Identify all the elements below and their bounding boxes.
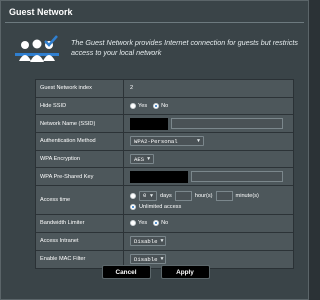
chevron-down-icon: ▼ bbox=[160, 238, 164, 245]
label-wpa-encryption: WPA Encryption bbox=[36, 150, 124, 168]
guest-network-index-value: 2 bbox=[130, 85, 134, 92]
label-bandwidth-limiter: Bandwidth Limiter bbox=[36, 215, 124, 232]
auth-method-select[interactable]: WPA2-Personal ▼ bbox=[130, 136, 204, 147]
hours-input[interactable] bbox=[174, 190, 192, 201]
bandwidth-yes-radio[interactable]: Yes bbox=[130, 220, 147, 227]
label-guest-network-index: Guest Network index bbox=[36, 80, 124, 97]
access-days-select[interactable]: 0 ▼ bbox=[139, 190, 157, 201]
row-guest-network-index: Guest Network index 2 bbox=[36, 80, 293, 98]
chevron-down-icon: ▼ bbox=[147, 156, 151, 163]
redacted-wpa-key bbox=[130, 170, 188, 183]
hide-ssid-no-radio[interactable]: No bbox=[153, 103, 168, 110]
row-wpa-key: WPA Pre-Shared Key bbox=[36, 168, 293, 187]
access-time-limited-radio[interactable] bbox=[130, 192, 136, 199]
access-intranet-select[interactable]: Disable ▼ bbox=[130, 236, 166, 247]
hours-label: hour(s) bbox=[194, 192, 213, 199]
unlimited-access-radio[interactable] bbox=[130, 203, 136, 210]
hide-ssid-yes-radio[interactable]: Yes bbox=[130, 103, 147, 110]
minutes-input[interactable] bbox=[215, 190, 233, 201]
label-wpa-key: WPA Pre-Shared Key bbox=[36, 168, 124, 186]
days-label: days bbox=[160, 192, 172, 199]
label-access-time: Access time bbox=[36, 186, 124, 215]
wpa-key-input[interactable] bbox=[191, 171, 283, 183]
row-access-time: Access time 0 ▼ days hour(s) minute(s) U… bbox=[36, 186, 293, 216]
chevron-down-icon: ▼ bbox=[196, 138, 200, 145]
row-hide-ssid: Hide SSID Yes No bbox=[36, 97, 293, 116]
row-access-intranet: Access Intranet Disable ▼ bbox=[36, 232, 293, 251]
unlimited-access-label: Unlimited access bbox=[139, 203, 182, 210]
ssid-input[interactable] bbox=[171, 118, 283, 130]
page-description: The Guest Network provides Internet conn… bbox=[71, 38, 298, 57]
label-hide-ssid: Hide SSID bbox=[36, 97, 124, 115]
minutes-label: minute(s) bbox=[235, 192, 259, 199]
row-network-name: Network Name (SSID) bbox=[36, 115, 293, 134]
label-access-intranet: Access Intranet bbox=[36, 232, 124, 250]
radio-selected-icon bbox=[153, 103, 160, 110]
bandwidth-no-radio[interactable]: No bbox=[153, 220, 168, 227]
radio-selected-icon bbox=[153, 220, 160, 227]
mac-filter-select[interactable]: Disable ▼ bbox=[130, 254, 166, 265]
label-auth-method: Authentication Method bbox=[36, 133, 124, 150]
page-title: Guest Network bbox=[9, 7, 73, 17]
apply-button[interactable]: Apply bbox=[160, 265, 210, 279]
label-network-name: Network Name (SSID) bbox=[36, 115, 124, 133]
row-bandwidth-limiter: Bandwidth Limiter Yes No bbox=[36, 215, 293, 233]
chevron-down-icon: ▼ bbox=[160, 256, 164, 263]
radio-circle-icon bbox=[130, 220, 136, 227]
chevron-down-icon: ▼ bbox=[149, 192, 153, 199]
redacted-ssid bbox=[130, 117, 168, 130]
action-buttons: Cancel Apply bbox=[1, 265, 310, 279]
wpa-encryption-select[interactable]: AES ▼ bbox=[130, 154, 154, 165]
guest-users-check-icon bbox=[15, 35, 59, 62]
title-divider bbox=[5, 22, 304, 23]
radio-circle-icon bbox=[130, 103, 136, 110]
row-wpa-encryption: WPA Encryption AES ▼ bbox=[36, 150, 293, 169]
row-auth-method: Authentication Method WPA2-Personal ▼ bbox=[36, 133, 293, 151]
guest-network-form: Guest Network index 2 Hide SSID Yes No N… bbox=[35, 79, 294, 270]
cancel-button[interactable]: Cancel bbox=[101, 265, 151, 279]
guest-network-panel: Guest Network The Guest Network provides… bbox=[0, 0, 309, 300]
